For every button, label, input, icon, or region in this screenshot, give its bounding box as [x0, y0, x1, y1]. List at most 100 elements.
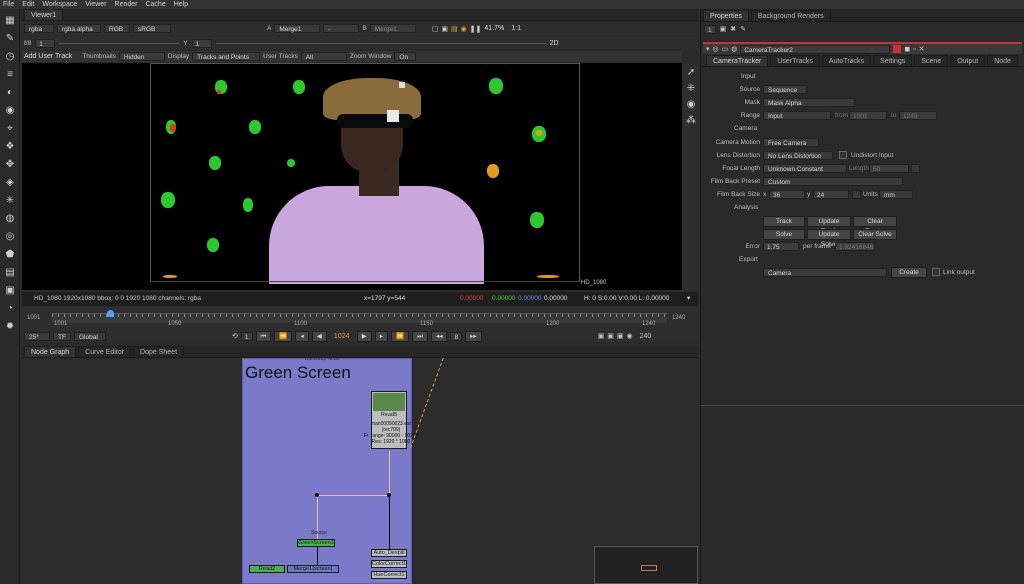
color-icon[interactable]: ◐ — [4, 87, 16, 99]
channel-icon[interactable]: ≡ — [4, 69, 16, 81]
increment-field[interactable]: 1 — [240, 331, 253, 341]
undistort-checkbox[interactable] — [839, 151, 847, 159]
tab-node-graph[interactable]: Node Graph — [24, 346, 77, 357]
tab-usertracks[interactable]: UserTracks — [770, 55, 820, 66]
split-icon[interactable] — [852, 190, 861, 199]
play-forward-button[interactable]: ▶ — [356, 330, 372, 342]
paint-icon[interactable]: ✎ — [4, 33, 16, 45]
rgb-dropdown[interactable]: RGB — [104, 24, 130, 33]
transform-handle-icon[interactable]: ⁂ — [685, 115, 697, 127]
layer-dropdown[interactable]: rgba.alpha — [57, 24, 101, 33]
playhead[interactable] — [107, 310, 114, 317]
focal-length-dropdown[interactable]: Unknown Constant — [763, 164, 847, 173]
film-back-preset-dropdown[interactable]: Custom — [763, 177, 903, 186]
3d-icon[interactable]: ◈ — [4, 177, 16, 189]
mask-dropdown[interactable]: Mask Alpha — [763, 98, 855, 107]
help-icon[interactable]: ◎ — [713, 45, 719, 53]
thumbnails-dropdown[interactable]: Hidden — [118, 52, 165, 61]
view-2d-value[interactable]: 2D — [550, 40, 559, 47]
other-icon[interactable]: ▣ — [4, 285, 16, 297]
tab-settings[interactable]: Settings — [873, 55, 913, 66]
track-point[interactable] — [293, 80, 305, 94]
track-point[interactable] — [536, 130, 542, 136]
range-from-field[interactable]: 1001 — [849, 111, 887, 120]
pin-icon[interactable]: ✎ — [740, 25, 746, 33]
zoom-value[interactable]: 41.7% — [484, 25, 504, 32]
hue-correct-node[interactable]: HueCorrect1 — [371, 571, 407, 579]
size-x-field[interactable]: 36 — [769, 190, 805, 199]
step-back-button[interactable]: ◂◂ — [430, 330, 448, 342]
lens-distortion-dropdown[interactable]: No Lens Distortion — [763, 151, 833, 160]
tab-properties[interactable]: Properties — [703, 9, 749, 21]
image-icon[interactable]: ▦ — [4, 15, 16, 27]
pause-icon[interactable]: ❚❚ — [470, 25, 482, 33]
link-output-checkbox[interactable] — [932, 268, 940, 276]
center-icon[interactable]: ▭ — [722, 45, 729, 53]
compare-dropdown[interactable]: - — [323, 24, 360, 33]
status-menu-icon[interactable]: ▾ — [687, 292, 690, 306]
node-icon[interactable]: ◍ — [731, 45, 737, 53]
prev-frame-button[interactable]: ◂ — [295, 330, 309, 342]
source-dropdown[interactable]: Sequence — [763, 85, 807, 94]
track-point[interactable] — [249, 120, 261, 134]
float-icon[interactable]: ▫ — [913, 46, 915, 53]
plugins-icon[interactable]: ◔ — [4, 303, 16, 315]
camera-motion-dropdown[interactable]: Free Camera — [763, 138, 819, 147]
clear-solve-button[interactable]: Clear Solve — [853, 229, 897, 240]
display-dropdown[interactable]: Tracks and Points — [192, 52, 261, 61]
clear-tracks-button[interactable]: Clear Tracks — [853, 216, 897, 235]
node-name-field[interactable]: CameraTracker2 — [740, 44, 891, 54]
track-point[interactable] — [530, 212, 544, 228]
color-correct-node[interactable]: ColorCorrect1 — [371, 560, 407, 568]
clip-warning-icon[interactable]: ▤ — [451, 25, 458, 33]
audio-icon[interactable]: ◉ — [627, 332, 633, 340]
tab-viewer1[interactable]: Viewer1 — [24, 9, 64, 20]
step-field[interactable]: 8 — [450, 331, 463, 341]
current-frame-field[interactable]: 1024 — [330, 333, 354, 340]
lut-icon[interactable]: ◉ — [461, 25, 467, 33]
menu-help[interactable]: Help — [174, 0, 188, 9]
channels-dropdown[interactable]: rgba — [24, 24, 54, 33]
revert-icon[interactable]: ◼ — [904, 45, 910, 53]
next-frame-button[interactable]: ▸ — [374, 330, 388, 342]
play-backward-button[interactable]: ◀ — [311, 330, 327, 342]
node-color-swatch[interactable] — [893, 45, 902, 53]
colorspace-dropdown[interactable]: sRGB — [133, 24, 171, 33]
per-frame-field[interactable]: 1.92416846 — [835, 242, 875, 251]
views-icon[interactable]: ◎ — [4, 231, 16, 243]
tab-scene[interactable]: Scene — [914, 55, 949, 66]
fps-dropdown[interactable]: 25* — [24, 331, 50, 341]
tab-cameratracker[interactable]: CameraTracker — [706, 55, 769, 66]
tab-curve-editor[interactable]: Curve Editor — [78, 346, 132, 357]
range-to-field[interactable]: 1245 — [899, 111, 937, 120]
minimap-viewport[interactable] — [641, 565, 657, 571]
length-field[interactable]: 50 — [869, 164, 909, 173]
animation-menu-icon[interactable] — [911, 164, 920, 173]
furnace-icon[interactable]: ✹ — [4, 321, 16, 333]
deep-icon[interactable]: ◍ — [4, 213, 16, 225]
track-point[interactable] — [537, 275, 559, 278]
track-button[interactable]: Track — [763, 216, 805, 227]
tab-node[interactable]: Node — [987, 55, 1018, 66]
add-user-track-button[interactable]: Add User Track — [24, 53, 72, 60]
track-point[interactable] — [487, 164, 499, 178]
tab-output[interactable]: Output — [950, 55, 986, 66]
update-track-button[interactable]: Update Track — [807, 216, 851, 235]
menu-render[interactable]: Render — [115, 0, 138, 9]
menu-edit[interactable]: Edit — [22, 0, 34, 9]
track-point[interactable] — [209, 156, 221, 170]
track-point[interactable] — [170, 124, 176, 132]
tab-background-renders[interactable]: Background Renders — [750, 9, 831, 21]
track-select-icon[interactable]: ⁜ — [685, 83, 697, 95]
track-point[interactable] — [287, 159, 295, 167]
update-solve-button[interactable]: Update Solve — [807, 229, 851, 248]
y-field[interactable]: 1 — [191, 38, 212, 48]
track-point[interactable] — [243, 198, 253, 212]
keyer-icon[interactable]: ⌖ — [4, 123, 16, 135]
prev-key-button[interactable]: ⏪ — [274, 330, 293, 342]
in-point-icon[interactable]: ▣ — [598, 332, 605, 340]
range-dropdown[interactable]: Input — [763, 111, 831, 120]
read2-node[interactable]: Read2 — [249, 565, 285, 573]
solve-button[interactable]: Solve — [763, 229, 805, 240]
merge-node[interactable]: Merge1(screen) — [287, 565, 339, 573]
